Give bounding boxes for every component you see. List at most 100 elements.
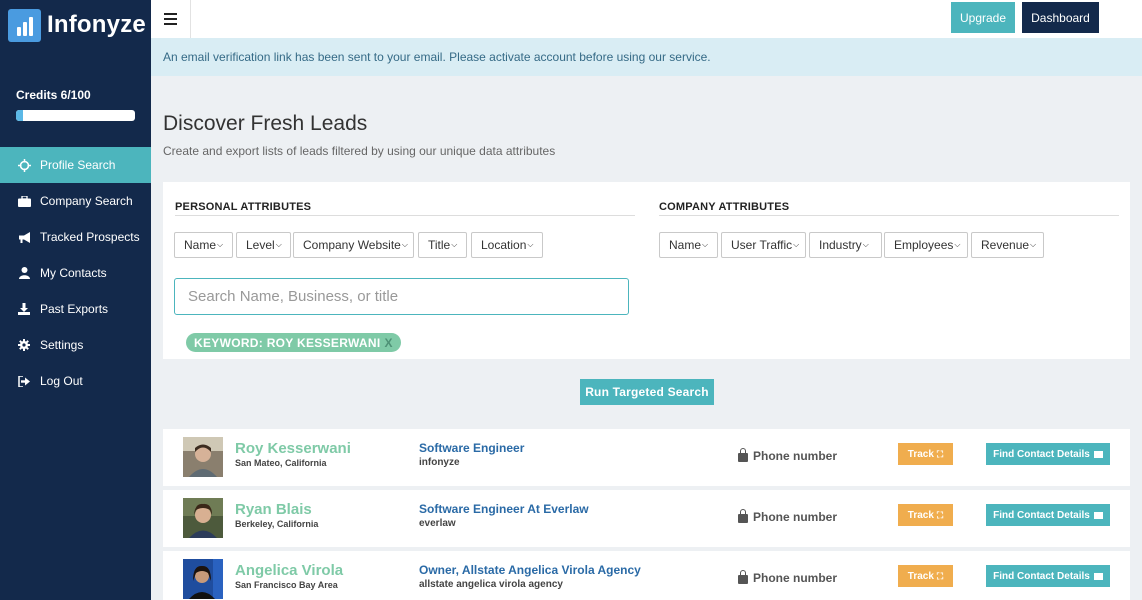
crosshair-icon [16,158,32,172]
run-targeted-search-button[interactable]: Run Targeted Search [580,379,714,405]
result-row: Angelica Virola San Francisco Bay Area O… [163,551,1130,600]
sidebar-item-label: Tracked Prospects [40,230,140,244]
hamburger-menu-icon[interactable] [151,0,191,38]
email-verification-alert: An email verification link has been sent… [151,38,1142,76]
megaphone-icon [16,230,32,244]
logout-icon [16,374,32,388]
company-user-traffic-dropdown[interactable]: User Traffic ⌵ [721,232,806,258]
chevron-down-icon: ⌵ [1030,240,1037,249]
personal-company-website-dropdown[interactable]: Company Website ⌵ [293,232,414,258]
job-title-link[interactable]: Software Engineer At Everlaw [419,502,589,516]
dropdown-label: Level [246,238,275,252]
company-name: allstate angelica virola agency [419,579,563,590]
person-location: San Mateo, California [235,458,327,468]
sidebar-item-settings[interactable]: Settings [0,327,151,363]
find-contact-details-button[interactable]: Find Contact Details [986,443,1110,465]
sidebar-item-profile-search[interactable]: Profile Search [0,147,151,183]
top-bar: Upgrade Dashboard [151,0,1142,38]
dropdown-label: Company Website [303,238,401,252]
sidebar-nav: Profile Search Company Search Tracked Pr… [0,147,151,399]
sidebar-item-label: Settings [40,338,84,352]
dropdown-label: Revenue [981,238,1030,252]
phone-number-locked: Phone number [738,447,837,463]
chevron-down-icon: ⌵ [451,240,458,249]
sidebar-item-tracked-prospects[interactable]: Tracked Prospects [0,219,151,255]
remove-keyword-button[interactable]: X [384,336,392,350]
dashboard-button[interactable]: Dashboard [1022,2,1099,33]
phone-number-locked: Phone number [738,508,837,524]
search-input[interactable] [174,278,629,315]
track-button[interactable]: Track ⛶ [898,504,953,526]
brand-name: Infonyze [47,11,146,38]
dropdown-label: Industry [819,238,862,252]
personal-level-dropdown[interactable]: Level ⌵ [236,232,291,258]
person-name[interactable]: Roy Kesserwani [235,440,351,457]
expand-icon: ⛶ [936,448,944,459]
user-icon [16,266,32,280]
page-header: Discover Fresh Leads Create and export l… [163,112,555,158]
find-label: Find Contact Details [993,448,1090,460]
find-contact-details-button[interactable]: Find Contact Details [986,504,1110,526]
company-name: infonyze [419,457,460,468]
company-revenue-dropdown[interactable]: Revenue ⌵ [971,232,1044,258]
credits: Credits 6/100 [0,50,151,121]
track-label: Track [907,570,934,582]
chevron-down-icon: ⌵ [862,240,869,249]
company-industry-dropdown[interactable]: Industry ⌵ [809,232,882,258]
bar-chart-logo-icon [8,8,41,42]
expand-icon: ⛶ [936,509,944,520]
personal-name-dropdown[interactable]: Name ⌵ [174,232,233,258]
divider [175,215,635,216]
chevron-down-icon: ⌵ [793,240,800,249]
personal-title-dropdown[interactable]: Title ⌵ [418,232,467,258]
download-icon [16,302,32,316]
person-location: San Francisco Bay Area [235,580,338,590]
dropdown-label: Name [184,238,217,252]
dropdown-label: Employees [894,238,954,252]
page-subtitle: Create and export lists of leads filtere… [163,144,556,158]
track-button[interactable]: Track ⛶ [898,565,953,587]
credits-progress-fill [16,110,24,121]
find-contact-details-button[interactable]: Find Contact Details [986,565,1110,587]
sidebar-item-label: Profile Search [40,158,116,172]
sidebar-item-past-exports[interactable]: Past Exports [0,291,151,327]
filter-panel: PERSONAL ATTRIBUTES COMPANY ATTRIBUTES N… [163,182,1130,359]
person-name[interactable]: Ryan Blais [235,501,312,518]
lock-icon [738,447,748,462]
gear-icon [16,338,32,352]
find-label: Find Contact Details [993,509,1090,521]
find-label: Find Contact Details [993,570,1090,582]
personal-attributes-title: PERSONAL ATTRIBUTES [175,201,312,213]
job-title-link[interactable]: Owner, Allstate Angelica Virola Agency [419,563,641,577]
sidebar: Infonyze Credits 6/100 Profile Search Co… [0,0,151,600]
person-name[interactable]: Angelica Virola [235,562,343,579]
job-title-link[interactable]: Software Engineer [419,441,524,455]
phone-label: Phone number [753,571,838,585]
sidebar-item-label: My Contacts [40,266,107,280]
company-attributes-title: COMPANY ATTRIBUTES [659,201,790,213]
person-location: Berkeley, California [235,519,319,529]
envelope-icon [1093,572,1103,580]
chevron-down-icon: ⌵ [217,240,224,249]
chevron-down-icon: ⌵ [275,240,282,249]
credits-label: Credits 6/100 [16,88,91,102]
avatar [183,498,223,538]
track-button[interactable]: Track ⛶ [898,443,953,465]
personal-location-dropdown[interactable]: Location ⌵ [471,232,543,258]
divider [659,215,1119,216]
expand-icon: ⛶ [936,570,944,581]
company-name-dropdown[interactable]: Name ⌵ [659,232,718,258]
track-label: Track [907,509,934,521]
brand[interactable]: Infonyze [0,0,151,50]
lock-icon [738,569,748,584]
phone-number-locked: Phone number [738,569,838,585]
result-row: Roy Kesserwani San Mateo, California Sof… [163,429,1130,486]
sidebar-item-log-out[interactable]: Log Out [0,363,151,399]
dropdown-label: Title [428,238,451,252]
upgrade-button[interactable]: Upgrade [951,2,1015,33]
dropdown-label: Location [481,238,527,252]
company-employees-dropdown[interactable]: Employees ⌵ [884,232,968,258]
sidebar-item-company-search[interactable]: Company Search [0,183,151,219]
credits-progress-bar [16,110,135,121]
sidebar-item-my-contacts[interactable]: My Contacts [0,255,151,291]
